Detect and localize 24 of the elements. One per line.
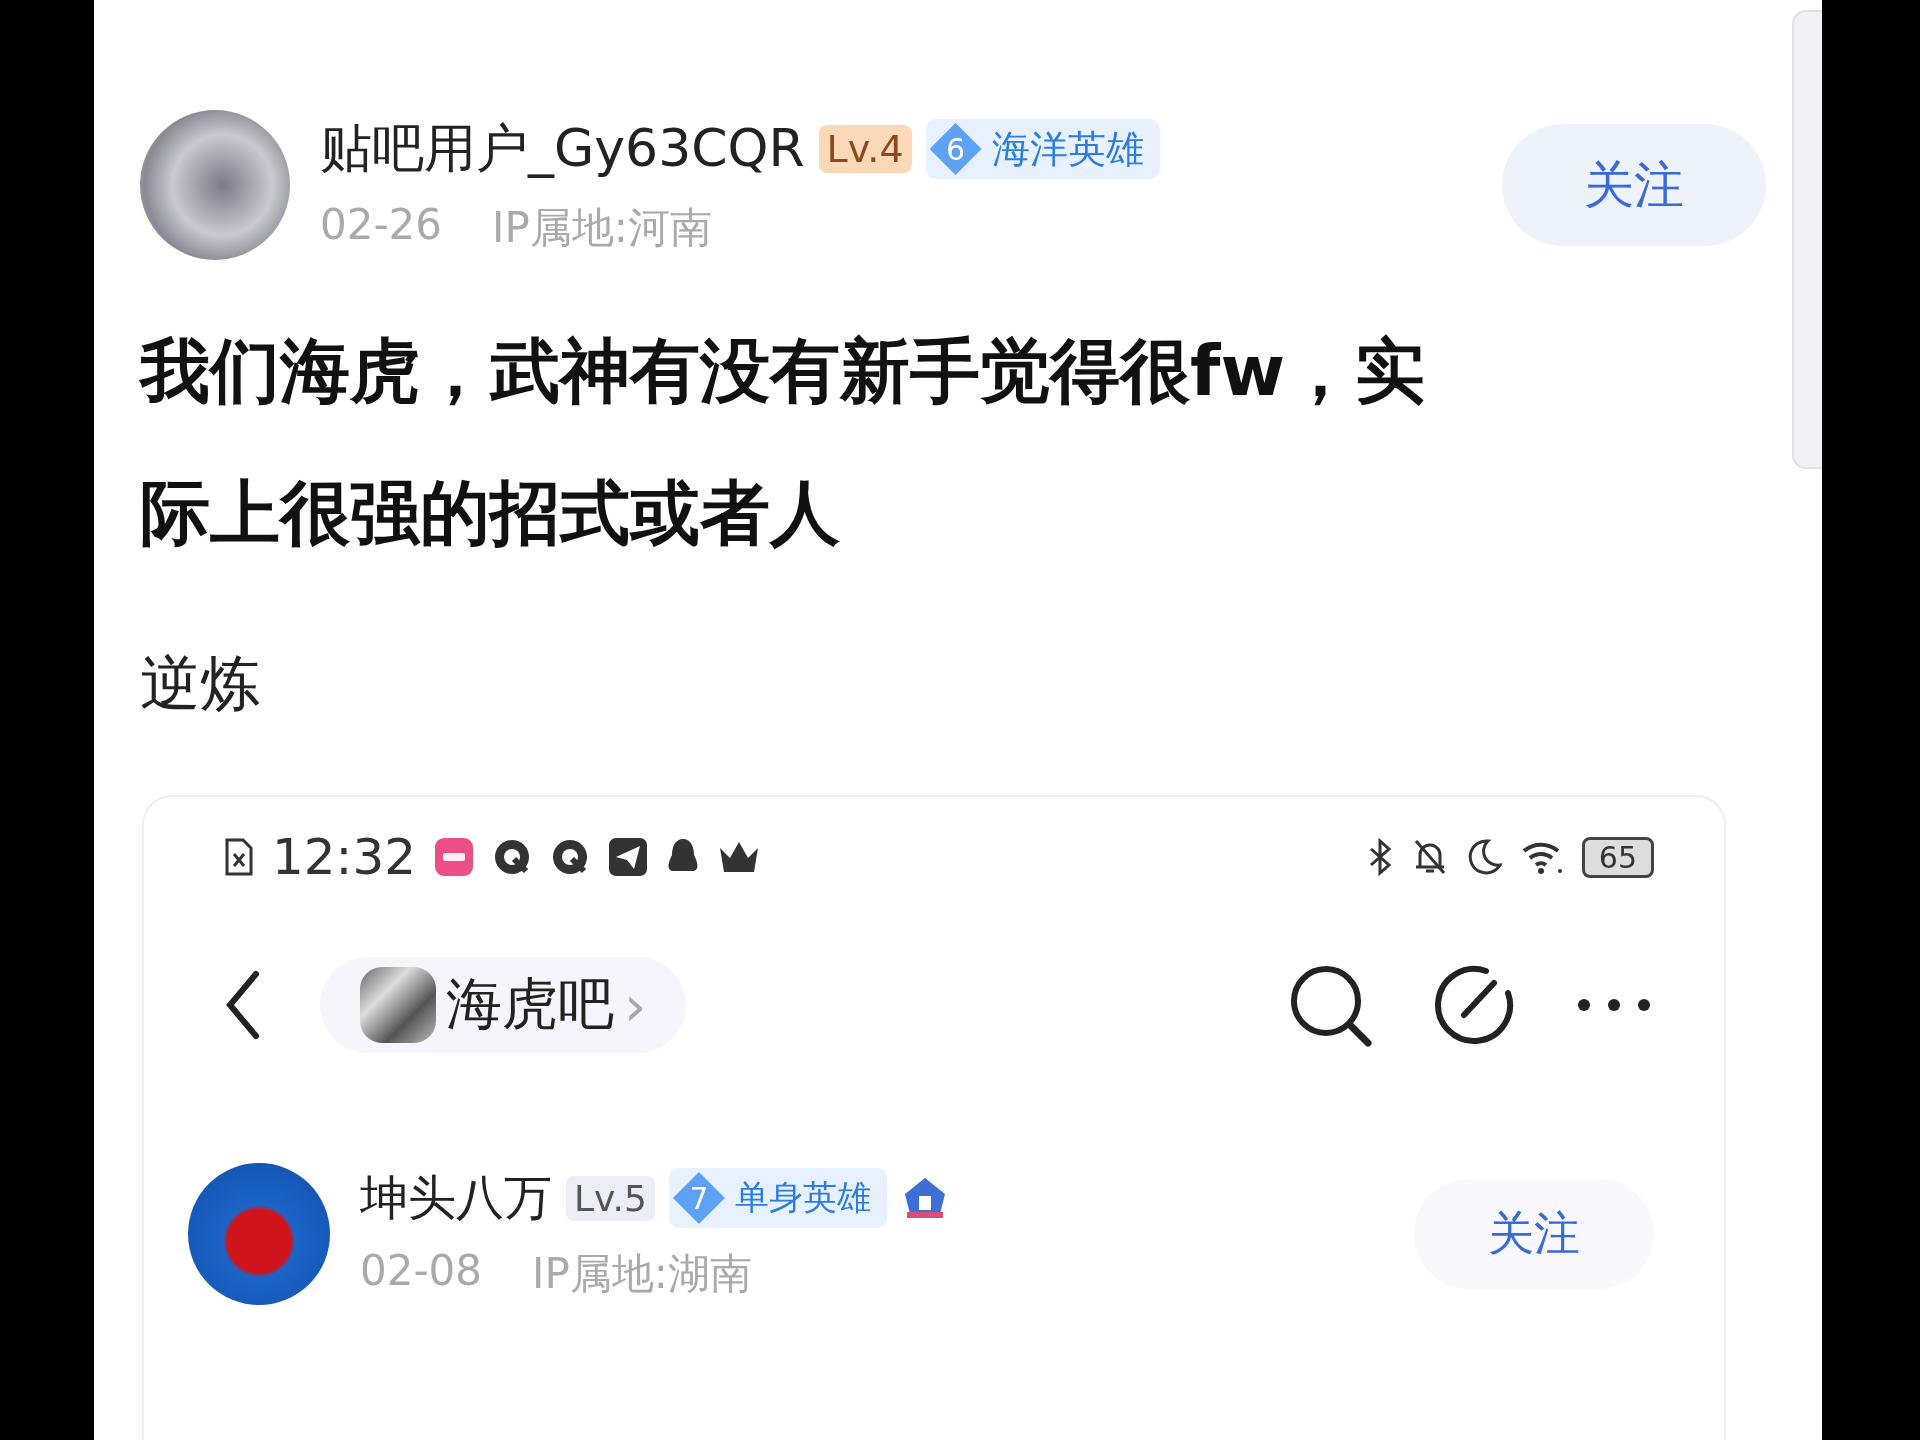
username: 坤头八万 [360, 1168, 552, 1227]
post-body: 逆炼 [140, 647, 261, 720]
post-date: 02-26 [320, 200, 443, 251]
post-date: 02-08 [360, 1246, 483, 1297]
forum-link[interactable]: 海虎吧 › [320, 957, 687, 1053]
sim-card-icon [224, 837, 254, 877]
level-badge: Lv.5 [566, 1175, 655, 1221]
bluetooth-icon [1367, 837, 1394, 877]
crown-icon [718, 840, 761, 874]
honor-badge: 7 单身英雄 [668, 1168, 887, 1228]
share-icon[interactable] [1434, 965, 1514, 1045]
level-badge: Lv.4 [818, 125, 912, 173]
back-icon [224, 970, 260, 1040]
ip-location: IP属地:湖南 [532, 1248, 752, 1300]
follow-button[interactable]: 关注 [1502, 124, 1766, 246]
post-title: 我们海虎，武神有没有新手觉得很fw，实际上很强的招式或者人 [140, 329, 1427, 556]
app-icon [434, 837, 475, 877]
username: 贴吧用户_Gy63CQR [320, 117, 805, 180]
status-time: 12:32 [272, 828, 417, 886]
send-icon [608, 837, 649, 877]
ip-location: IP属地:河南 [492, 202, 712, 254]
follow-button[interactable]: 关注 [1414, 1179, 1654, 1289]
battery-indicator: 65 [1581, 836, 1654, 878]
honor-badge: 6 海洋英雄 [925, 119, 1160, 179]
